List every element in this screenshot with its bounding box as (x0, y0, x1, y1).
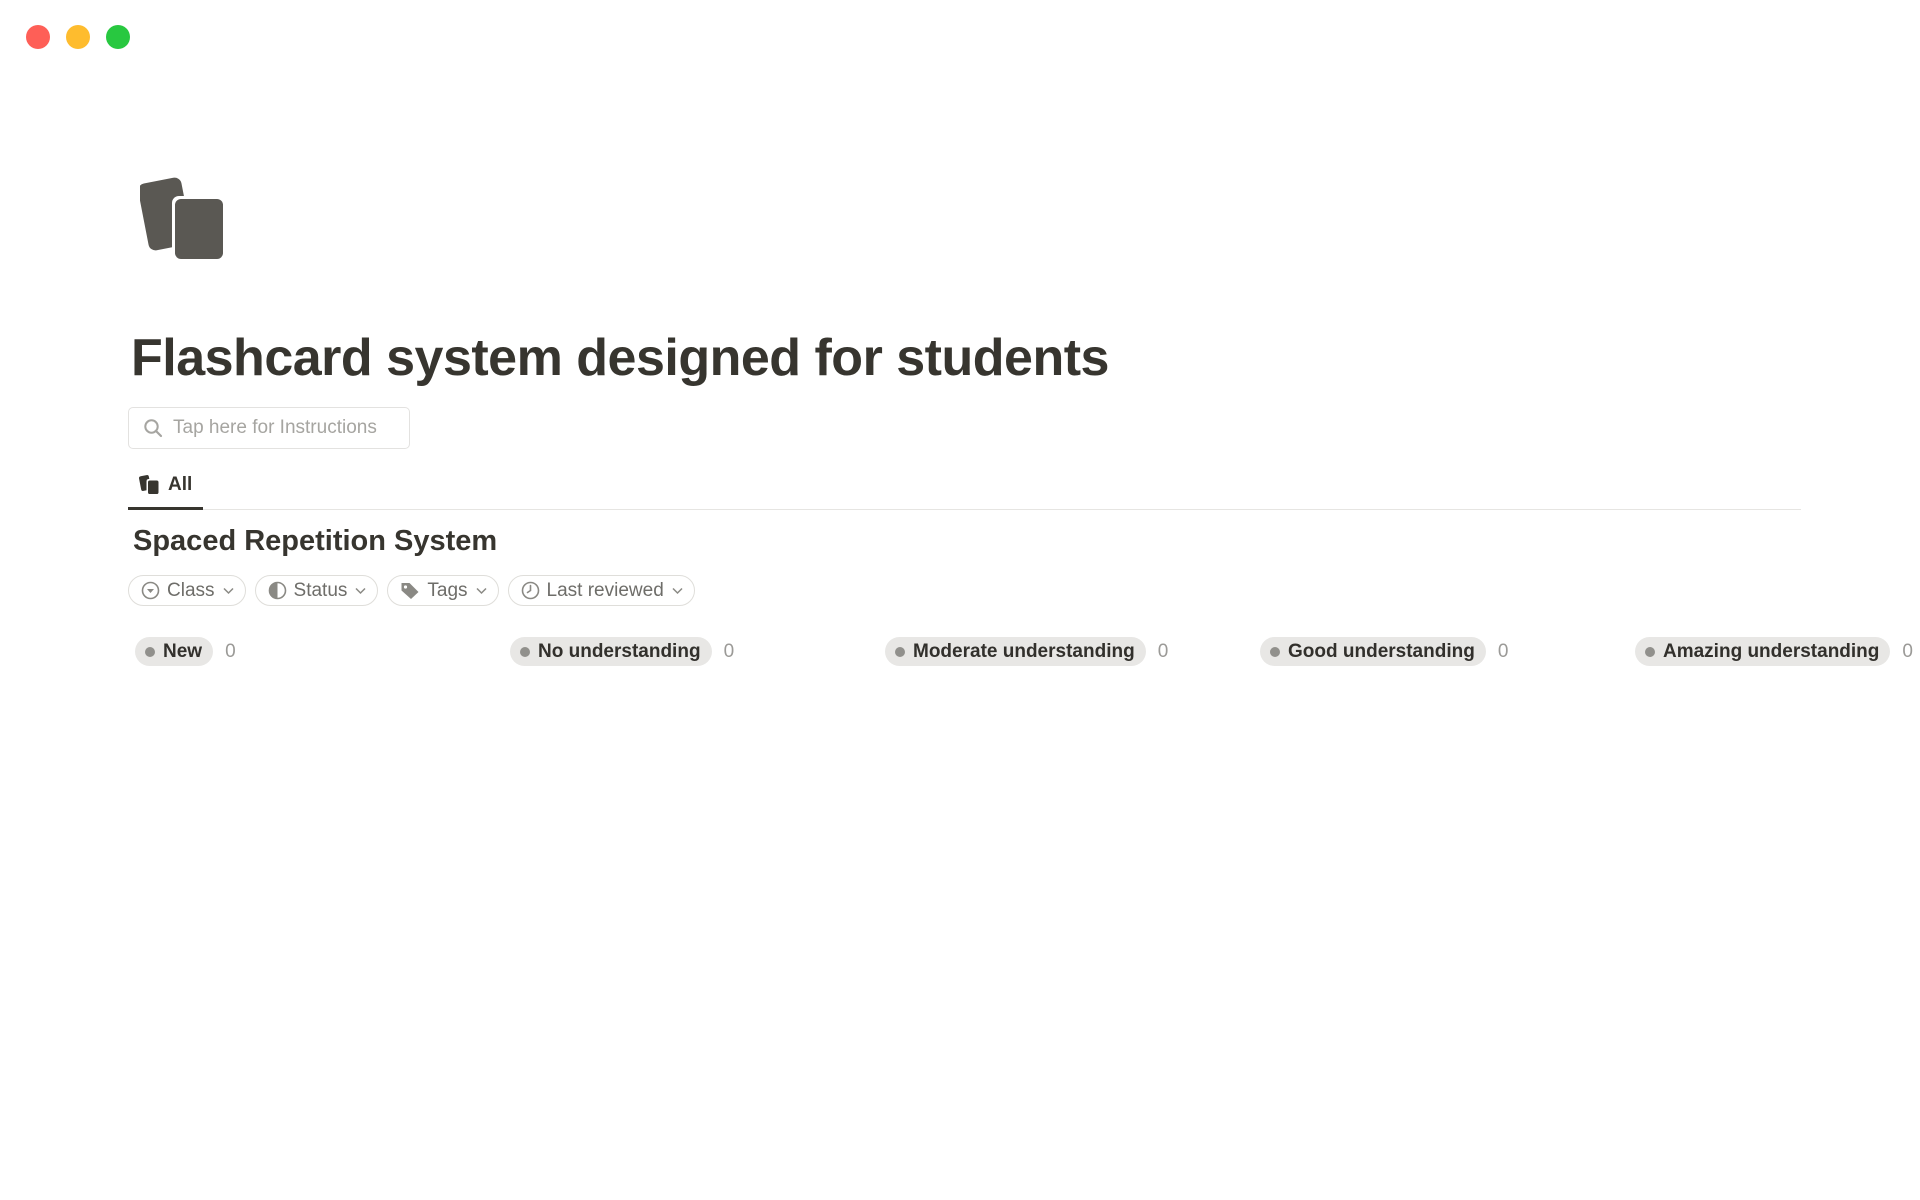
column-label: New (163, 640, 203, 662)
column-label: No understanding (538, 640, 701, 662)
chevron-down-icon (476, 587, 487, 594)
database-title[interactable]: Spaced Repetition System (133, 525, 497, 558)
column-count: 0 (225, 640, 236, 662)
status-pill: Amazing understanding (1635, 637, 1891, 666)
filter-label: Class (167, 579, 215, 601)
page-title: Flashcard system designed for students (131, 329, 1109, 387)
search-placeholder: Tap here for Instructions (173, 417, 377, 438)
status-dot (1270, 646, 1280, 657)
tab-all[interactable]: All (128, 462, 204, 510)
chevron-down-icon (355, 587, 366, 594)
filter-label: Last reviewed (546, 579, 664, 601)
instructions-search-box[interactable]: Tap here for Instructions (128, 407, 410, 449)
column-label: Moderate understanding (913, 640, 1135, 662)
status-pill: Moderate understanding (885, 637, 1146, 666)
filter-label: Tags (427, 579, 468, 601)
filter-last-reviewed[interactable]: Last reviewed (507, 575, 695, 606)
tab-label: All (168, 473, 193, 495)
column-header-new[interactable]: New 0 (135, 637, 236, 666)
status-pill: New (135, 637, 214, 666)
maximize-window-button[interactable] (106, 25, 130, 49)
filter-bar: Class Status Tags Last reviewed (128, 575, 695, 606)
column-label: Amazing understanding (1663, 640, 1880, 662)
status-dot (145, 646, 155, 657)
column-header-amazing-understanding[interactable]: Amazing understanding 0 (1635, 637, 1913, 666)
filter-class[interactable]: Class (128, 575, 246, 606)
window-controls (26, 25, 130, 49)
column-count: 0 (1902, 640, 1913, 662)
close-window-button[interactable] (26, 25, 50, 49)
chevron-down-icon (672, 587, 683, 594)
notion-window: Flashcard system designed for students T… (0, 0, 1920, 1200)
status-dot (895, 646, 905, 657)
status-icon (268, 581, 286, 600)
column-count: 0 (723, 640, 735, 662)
column-header-good-understanding[interactable]: Good understanding 0 (1260, 637, 1508, 666)
column-count: 0 (1497, 640, 1509, 662)
search-icon (144, 419, 163, 438)
status-pill: No understanding (510, 637, 712, 666)
select-icon (141, 581, 160, 600)
chevron-down-icon (222, 587, 234, 594)
column-header-no-understanding[interactable]: No understanding 0 (510, 637, 734, 666)
status-dot (1645, 646, 1655, 657)
status-dot (520, 646, 530, 657)
minimize-window-button[interactable] (66, 25, 90, 49)
flashcards-icon (139, 474, 160, 495)
tag-icon (401, 583, 419, 599)
status-pill: Good understanding (1260, 637, 1486, 666)
filter-status[interactable]: Status (254, 575, 379, 606)
clock-icon (521, 581, 539, 600)
filter-tags[interactable]: Tags (387, 575, 499, 606)
flashcards-icon[interactable] (138, 175, 230, 265)
column-header-moderate-understanding[interactable]: Moderate understanding 0 (885, 637, 1168, 666)
board-view: New 0 No understanding 0 Moderate unders… (135, 637, 1920, 667)
view-tabs: All (128, 462, 1801, 510)
column-label: Good understanding (1288, 640, 1475, 662)
filter-label: Status (293, 579, 348, 601)
column-count: 0 (1157, 640, 1169, 662)
